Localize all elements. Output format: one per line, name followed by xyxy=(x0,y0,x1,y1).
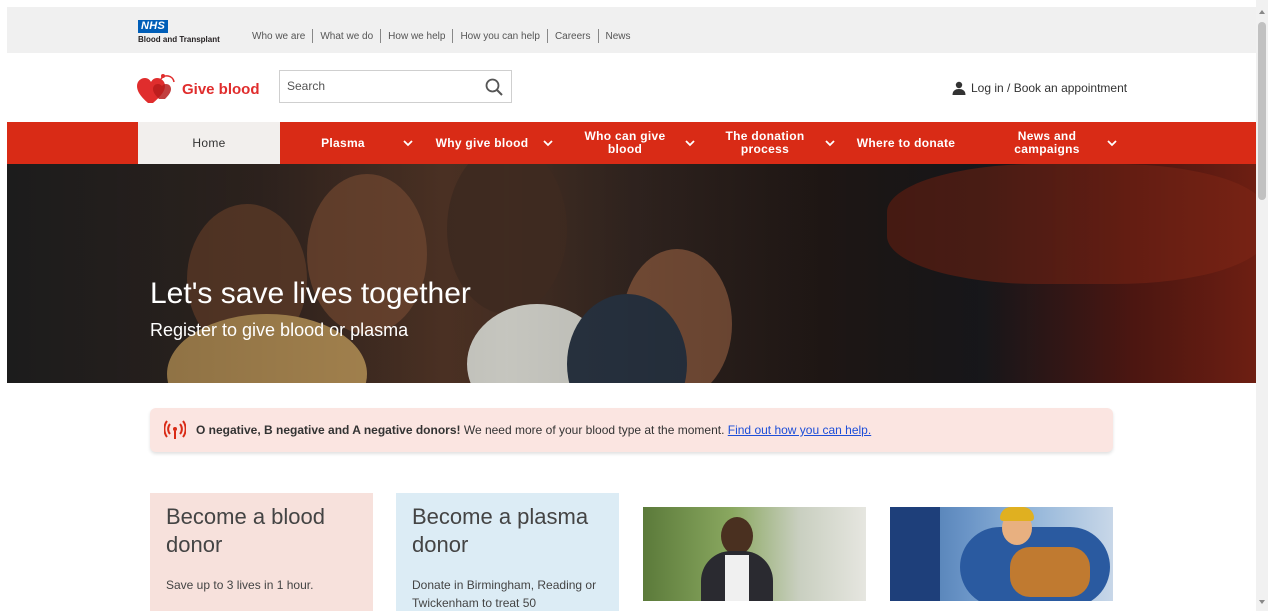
chevron-down-icon[interactable] xyxy=(685,138,695,148)
nav-item-why-give-blood[interactable]: Why give blood xyxy=(432,122,532,164)
broadcast-icon xyxy=(164,420,186,439)
nhs-top-bar: NHS Blood and Transplant Who we are What… xyxy=(7,7,1256,53)
card-description: Save up to 3 lives in 1 hour. xyxy=(166,578,314,592)
login-link[interactable]: Log in / Book an appointment xyxy=(952,81,1127,95)
nav-item-where-to-donate[interactable]: Where to donate xyxy=(847,122,965,164)
brand-name: Give blood xyxy=(182,80,260,98)
divider xyxy=(452,29,454,43)
toplink-careers[interactable]: Careers xyxy=(555,31,591,42)
donor-photo-man[interactable] xyxy=(643,507,866,601)
hero-banner: Let's save lives together Register to gi… xyxy=(7,164,1256,383)
site-header: Give blood Log in / Book an appointment xyxy=(7,53,1256,122)
top-links: Who we are What we do How we help How yo… xyxy=(252,29,631,43)
page: NHS Blood and Transplant Who we are What… xyxy=(0,0,1268,611)
nav-label: Plasma xyxy=(321,135,365,150)
toplink-news[interactable]: News xyxy=(606,31,631,42)
chevron-down-icon[interactable] xyxy=(543,138,553,148)
search-box xyxy=(279,70,512,103)
hero-subtitle: Register to give blood or plasma xyxy=(150,320,409,340)
nav-label: Home xyxy=(192,135,226,150)
nhs-logo-subtitle: Blood and Transplant xyxy=(138,35,220,44)
nav-item-donation-process[interactable]: The donation process xyxy=(717,122,813,164)
toplink-how-you-can-help[interactable]: How you can help xyxy=(460,31,540,42)
main-nav: Home Plasma Why give blood Who can give … xyxy=(7,122,1256,164)
toplink-how-we-help[interactable]: How we help xyxy=(388,31,445,42)
search-input[interactable] xyxy=(287,79,467,93)
become-blood-donor-card[interactable]: Become a blood donor Save up to 3 lives … xyxy=(150,493,373,611)
donor-photo-woman[interactable] xyxy=(890,507,1113,601)
nhs-logo[interactable]: NHS Blood and Transplant xyxy=(138,16,220,44)
blood-type-alert: O negative, B negative and A negative do… xyxy=(150,408,1113,452)
nav-item-plasma[interactable]: Plasma xyxy=(303,122,383,164)
hearts-logo-icon xyxy=(137,74,175,103)
toplink-who-we-are[interactable]: Who we are xyxy=(252,31,305,42)
scroll-down-icon[interactable] xyxy=(1259,600,1265,604)
nav-label: Who can give blood xyxy=(584,129,666,156)
card-description: Donate in Birmingham, Reading or Twicken… xyxy=(412,578,597,610)
nav-item-home[interactable]: Home xyxy=(138,122,280,164)
nav-label: Where to donate xyxy=(856,135,956,150)
become-plasma-donor-card[interactable]: Become a plasma donor Donate in Birmingh… xyxy=(396,493,619,611)
find-out-how-link[interactable]: Find out how you can help. xyxy=(728,423,871,437)
alert-bold: O negative, B negative and A negative do… xyxy=(196,423,461,437)
give-blood-logo[interactable]: Give blood xyxy=(137,73,260,105)
divider xyxy=(546,29,548,43)
hero-title: Let's save lives together xyxy=(150,277,471,310)
divider xyxy=(380,29,382,43)
nav-label: The donation process xyxy=(725,129,805,156)
chevron-down-icon[interactable] xyxy=(825,138,835,148)
card-title: Become a blood donor xyxy=(166,504,325,557)
alert-message: O negative, B negative and A negative do… xyxy=(196,423,871,437)
login-label: Log in / Book an appointment xyxy=(971,81,1128,95)
chevron-down-icon[interactable] xyxy=(1107,138,1117,148)
user-icon xyxy=(952,81,966,95)
nav-item-news-campaigns[interactable]: News and campaigns xyxy=(1007,122,1087,164)
page-scrollbar[interactable] xyxy=(1256,0,1268,611)
alert-body: We need more of your blood type at the m… xyxy=(460,423,728,437)
search-icon[interactable] xyxy=(485,78,503,96)
nav-label: News and campaigns xyxy=(1014,129,1080,156)
divider xyxy=(312,29,314,43)
chevron-down-icon[interactable] xyxy=(403,138,413,148)
nhs-logo-mark: NHS xyxy=(138,20,169,33)
scroll-thumb[interactable] xyxy=(1258,22,1266,200)
nav-item-who-can-give-blood[interactable]: Who can give blood xyxy=(575,122,675,164)
divider xyxy=(597,29,599,43)
scroll-up-icon[interactable] xyxy=(1259,10,1265,14)
nav-label: Why give blood xyxy=(435,135,529,150)
toplink-what-we-do[interactable]: What we do xyxy=(320,31,373,42)
card-title: Become a plasma donor xyxy=(412,504,589,557)
